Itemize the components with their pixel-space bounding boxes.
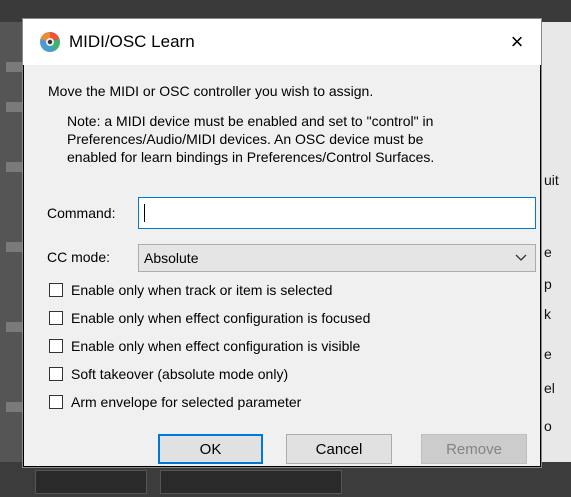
background-side-panel: uit e p k e el o e: [540, 22, 571, 497]
background-text-fragment: el [544, 380, 555, 396]
command-input[interactable] [138, 197, 536, 229]
note-line: Preferences/Audio/MIDI devices. An OSC d… [67, 131, 424, 147]
instruction-text: Move the MIDI or OSC controller you wish… [48, 83, 374, 99]
checkbox-label: Soft takeover (absolute mode only) [71, 366, 289, 382]
text-caret [144, 204, 145, 222]
checkbox-label: Arm envelope for selected parameter [71, 394, 302, 410]
background-text-fragment: o [544, 418, 552, 434]
checkbox-label: Enable only when track or item is select… [71, 282, 333, 298]
close-button[interactable]: × [493, 19, 541, 65]
reaper-logo-icon [40, 32, 60, 52]
note-line: Note: a MIDI device must be enabled and … [67, 113, 434, 129]
title-bar: MIDI/OSC Learn × [23, 19, 541, 65]
cc-mode-value: Absolute [144, 250, 199, 266]
background-text-fragment: p [544, 276, 552, 292]
chevron-down-icon [515, 254, 527, 261]
cancel-button[interactable]: Cancel [286, 434, 392, 464]
checkbox-box[interactable] [49, 395, 63, 409]
note-text: Note: a MIDI device must be enabled and … [67, 112, 527, 166]
checkbox-box[interactable] [49, 339, 63, 353]
checkbox-box[interactable] [49, 283, 63, 297]
checkbox-box[interactable] [49, 311, 63, 325]
cc-mode-label: CC mode: [47, 249, 111, 265]
remove-button[interactable]: Remove [421, 434, 527, 464]
background-text-fragment: k [544, 306, 551, 322]
dialog-title: MIDI/OSC Learn [69, 32, 195, 51]
background-text-fragment: e [544, 346, 552, 362]
ok-button[interactable]: OK [158, 434, 263, 464]
command-label: Command: [47, 205, 116, 221]
background-text-fragment: uit [544, 172, 559, 188]
background-text-fragment: e [544, 244, 552, 260]
checkbox-label: Enable only when effect configuration is… [71, 310, 371, 326]
note-line: enabled for learn bindings in Preference… [67, 149, 435, 165]
checkbox-box[interactable] [49, 367, 63, 381]
checkbox-label: Enable only when effect configuration is… [71, 338, 361, 354]
close-icon: × [510, 29, 524, 54]
cc-mode-select[interactable]: Absolute [138, 244, 536, 272]
midi-osc-learn-dialog: MIDI/OSC Learn × Move the MIDI or OSC co… [22, 18, 542, 468]
